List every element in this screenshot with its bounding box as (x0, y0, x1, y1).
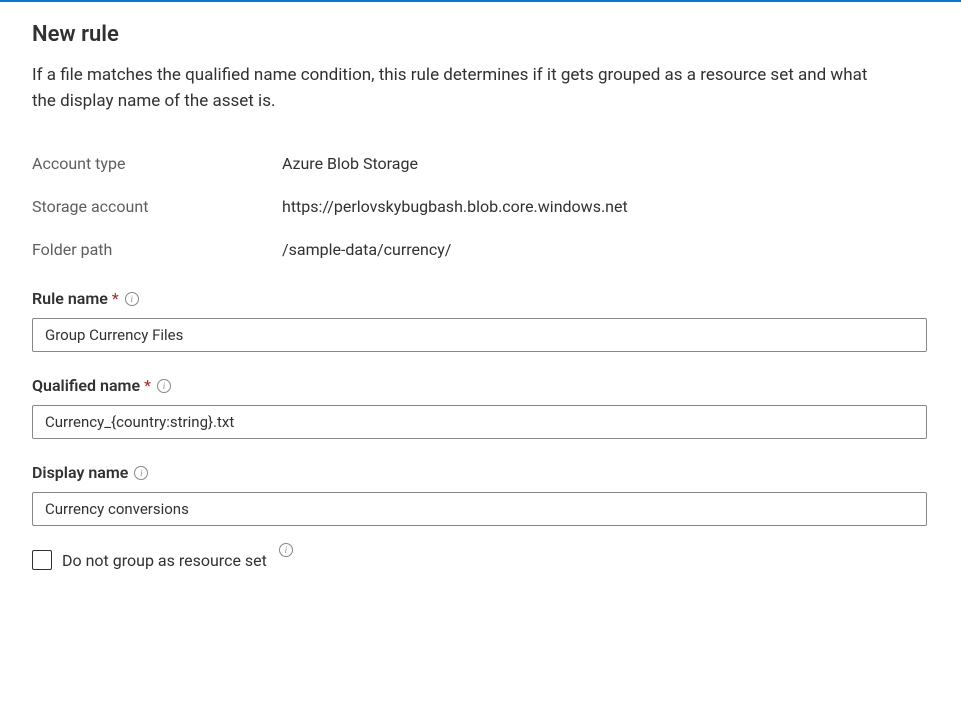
info-row-storage-account: Storage account https://perlovskybugbash… (32, 197, 929, 216)
required-indicator: * (144, 376, 151, 395)
info-label: Storage account (32, 197, 282, 216)
display-name-label-text: Display name (32, 463, 128, 482)
rule-name-group: Rule name * i (32, 289, 929, 352)
info-label: Folder path (32, 240, 282, 259)
info-icon[interactable]: i (279, 543, 293, 557)
info-icon[interactable]: i (134, 466, 148, 480)
display-name-group: Display name i (32, 463, 929, 526)
display-name-label: Display name i (32, 463, 148, 482)
rule-name-input[interactable] (32, 318, 927, 352)
info-row-account-type: Account type Azure Blob Storage (32, 154, 929, 173)
required-indicator: * (112, 289, 119, 308)
qualified-name-input[interactable] (32, 405, 927, 439)
qualified-name-label-text: Qualified name (32, 376, 140, 395)
qualified-name-group: Qualified name * i (32, 376, 929, 439)
info-value: Azure Blob Storage (282, 154, 418, 173)
display-name-input[interactable] (32, 492, 927, 526)
info-value: https://perlovskybugbash.blob.core.windo… (282, 197, 628, 216)
info-label: Account type (32, 154, 282, 173)
rule-name-label: Rule name * i (32, 289, 139, 308)
info-icon[interactable]: i (157, 379, 171, 393)
info-icon[interactable]: i (125, 292, 139, 306)
do-not-group-row: Do not group as resource set i (32, 550, 929, 570)
page-title: New rule (32, 22, 929, 47)
info-row-folder-path: Folder path /sample-data/currency/ (32, 240, 929, 259)
rule-name-label-text: Rule name (32, 289, 108, 308)
info-value: /sample-data/currency/ (282, 240, 451, 259)
page-description: If a file matches the qualified name con… (32, 63, 892, 114)
info-table: Account type Azure Blob Storage Storage … (32, 154, 929, 259)
qualified-name-label: Qualified name * i (32, 376, 171, 395)
new-rule-panel: New rule If a file matches the qualified… (0, 2, 961, 590)
do-not-group-checkbox[interactable] (32, 550, 52, 570)
do-not-group-label: Do not group as resource set (62, 551, 267, 570)
